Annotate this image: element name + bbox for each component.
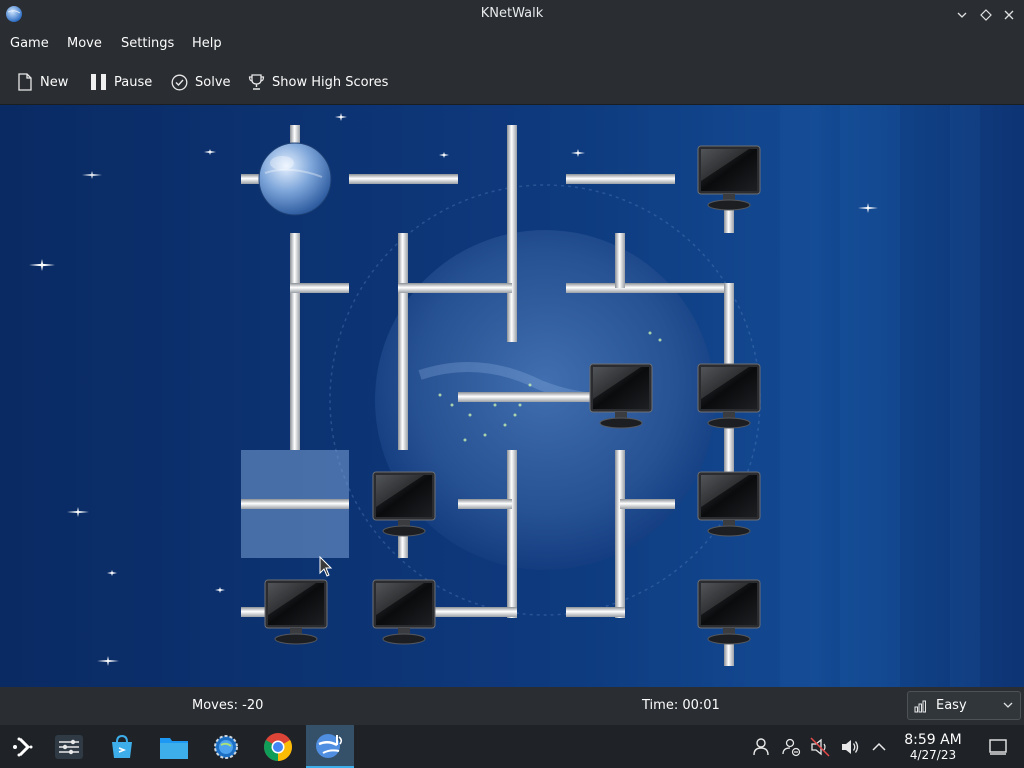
- moves-counter: Moves: -20: [192, 698, 264, 713]
- status-bar: Moves: -20 Time: 00:01 Easy: [0, 687, 1024, 725]
- close-button[interactable]: [999, 5, 1019, 25]
- new-button[interactable]: New: [17, 71, 68, 93]
- volume-icon[interactable]: [840, 737, 860, 757]
- taskbar: 8:59 AM 4/27/23: [0, 725, 1024, 768]
- taskbar-discover[interactable]: [98, 725, 146, 768]
- menu-settings[interactable]: Settings: [121, 36, 174, 51]
- menu-game[interactable]: Game: [10, 36, 49, 51]
- pause-label: Pause: [114, 74, 153, 90]
- minimize-button[interactable]: [952, 5, 972, 25]
- time-counter: Time: 00:01: [642, 698, 720, 713]
- pause-icon: [91, 74, 106, 90]
- taskbar-knetwalk[interactable]: [306, 725, 354, 768]
- high-scores-label: Show High Scores: [272, 74, 389, 90]
- menu-move[interactable]: Move: [67, 36, 102, 51]
- difficulty-label: Easy: [936, 698, 967, 713]
- show-high-scores-button[interactable]: Show High Scores: [248, 71, 388, 93]
- knetwalk-icon: [316, 733, 343, 758]
- sliders-icon: [55, 734, 83, 759]
- clock-time[interactable]: 8:59 AM: [894, 732, 972, 748]
- user-status-icon[interactable]: [781, 737, 801, 757]
- new-label: New: [40, 74, 69, 90]
- taskbar-system-settings[interactable]: [45, 725, 93, 768]
- close-icon: [1004, 10, 1014, 20]
- maximize-button[interactable]: [976, 5, 996, 25]
- pause-button[interactable]: Pause: [90, 71, 152, 93]
- checkmark-circle-icon: [171, 74, 188, 90]
- chevron-up-icon[interactable]: [869, 737, 889, 757]
- audio-muted-icon[interactable]: [810, 737, 830, 757]
- server-globe-icon[interactable]: [258, 142, 332, 216]
- menu-help[interactable]: Help: [192, 36, 222, 51]
- taskbar-system-globe[interactable]: [202, 725, 250, 768]
- title-bar: KNetWalk: [0, 0, 1024, 29]
- folder-icon: [160, 737, 188, 759]
- trophy-icon: [248, 74, 265, 90]
- globe-gear-icon: [214, 734, 238, 759]
- difficulty-select[interactable]: Easy: [907, 691, 1021, 720]
- user-icon[interactable]: [751, 737, 771, 757]
- solve-button[interactable]: Solve: [171, 71, 231, 93]
- chevron-down-icon: [957, 12, 967, 18]
- show-desktop-icon[interactable]: [988, 737, 1008, 757]
- game-board[interactable]: [0, 105, 1024, 687]
- chevron-down-icon: [1003, 702, 1013, 708]
- diamond-icon: [980, 9, 992, 21]
- difficulty-bars-icon: [914, 700, 926, 712]
- toolbar: New Pause Solve Show High Scores: [0, 60, 1024, 105]
- application-launcher-icon: [13, 737, 33, 756]
- solve-label: Solve: [195, 74, 231, 90]
- chrome-icon: [264, 732, 292, 761]
- window-title: KNetWalk: [480, 6, 544, 21]
- clock-date[interactable]: 4/27/23: [894, 748, 972, 762]
- board-canvas: [0, 105, 1024, 687]
- application-launcher-button[interactable]: [0, 725, 48, 768]
- discover-store-icon: [112, 734, 132, 758]
- taskbar-chrome[interactable]: [254, 725, 302, 768]
- new-document-icon: [18, 73, 32, 91]
- taskbar-file-manager[interactable]: [150, 725, 198, 768]
- menu-bar: Game Move Settings Help: [0, 29, 1024, 60]
